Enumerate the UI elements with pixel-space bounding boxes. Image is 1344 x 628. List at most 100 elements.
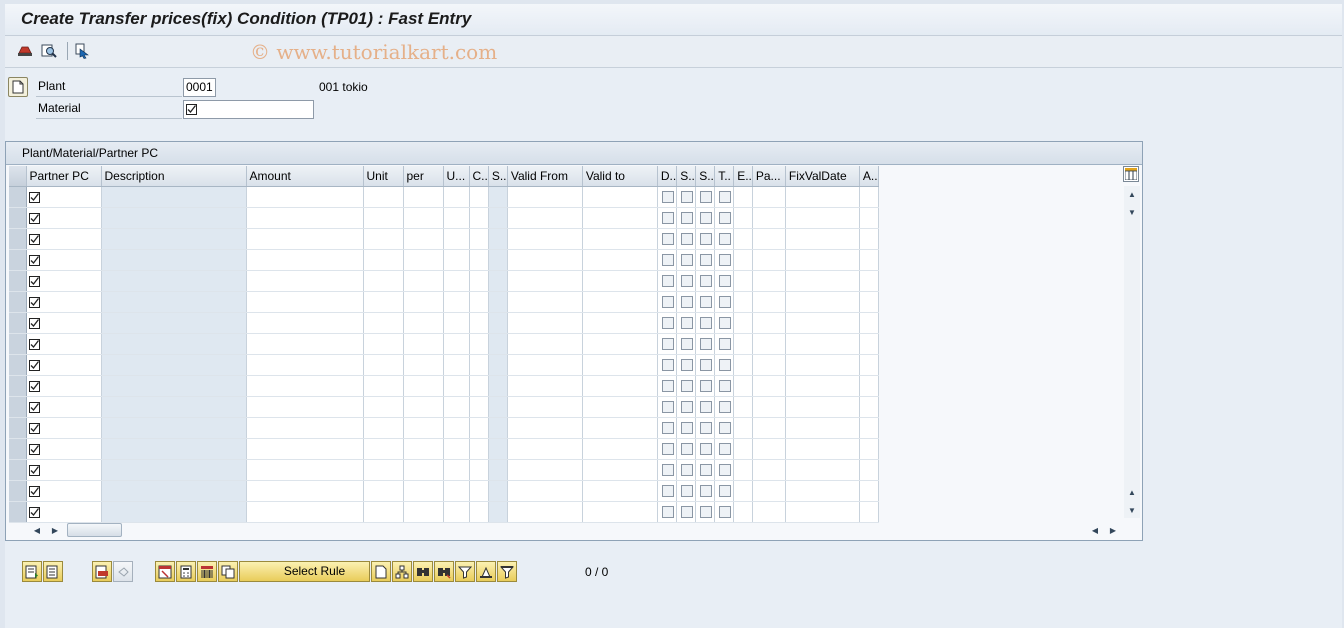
table-cell[interactable] bbox=[676, 417, 697, 439]
table-cell[interactable] bbox=[443, 291, 470, 313]
table-cell[interactable] bbox=[363, 459, 404, 481]
table-cell[interactable] bbox=[714, 249, 735, 271]
table-cell[interactable] bbox=[246, 375, 364, 397]
table-cell[interactable] bbox=[785, 186, 860, 208]
table-cell[interactable] bbox=[714, 480, 735, 502]
table-cell[interactable] bbox=[657, 375, 678, 397]
table-cell[interactable] bbox=[507, 291, 583, 313]
table-cell[interactable] bbox=[695, 396, 716, 418]
row-selector[interactable] bbox=[9, 417, 27, 439]
table-cell[interactable] bbox=[363, 501, 404, 523]
table-cell[interactable] bbox=[752, 249, 786, 271]
table-cell[interactable] bbox=[785, 375, 860, 397]
row-checkbox[interactable] bbox=[719, 296, 732, 309]
table-cell[interactable] bbox=[26, 228, 102, 250]
table-cell[interactable] bbox=[657, 186, 678, 208]
table-cell[interactable] bbox=[507, 333, 583, 355]
table-cell[interactable] bbox=[785, 501, 860, 523]
table-cell[interactable] bbox=[752, 291, 786, 313]
row-checkbox[interactable] bbox=[700, 254, 713, 267]
table-cell[interactable] bbox=[246, 354, 364, 376]
table-cell[interactable] bbox=[733, 459, 753, 481]
table-cell[interactable] bbox=[443, 270, 470, 292]
table-cell[interactable] bbox=[403, 333, 444, 355]
row-checkbox[interactable] bbox=[661, 191, 674, 204]
row-checkbox[interactable] bbox=[700, 359, 713, 372]
table-cell[interactable] bbox=[469, 354, 489, 376]
table-cell[interactable] bbox=[469, 312, 489, 334]
row-checkbox[interactable] bbox=[700, 401, 713, 414]
row-checkbox[interactable] bbox=[700, 443, 713, 456]
row-checkbox[interactable] bbox=[719, 485, 732, 498]
column-header[interactable]: S.. bbox=[676, 166, 697, 187]
table-cell[interactable] bbox=[657, 333, 678, 355]
table-cell[interactable] bbox=[582, 207, 658, 229]
table-cell[interactable] bbox=[785, 396, 860, 418]
table-cell[interactable] bbox=[246, 459, 364, 481]
table-cell[interactable] bbox=[752, 459, 786, 481]
scroll-right-icon[interactable]: ▶ bbox=[47, 522, 63, 538]
table-cell[interactable] bbox=[657, 459, 678, 481]
table-cell[interactable] bbox=[785, 333, 860, 355]
table-cell[interactable] bbox=[859, 417, 879, 439]
table-cell[interactable] bbox=[582, 228, 658, 250]
table-cell[interactable] bbox=[26, 333, 102, 355]
table-cell[interactable] bbox=[785, 249, 860, 271]
table-cell[interactable] bbox=[469, 480, 489, 502]
table-cell[interactable] bbox=[403, 207, 444, 229]
table-cell[interactable] bbox=[695, 375, 716, 397]
table-cell[interactable] bbox=[676, 312, 697, 334]
table-cell[interactable] bbox=[785, 417, 860, 439]
row-checkbox[interactable] bbox=[681, 422, 694, 435]
table-cell[interactable] bbox=[676, 228, 697, 250]
scroll-up-icon[interactable]: ▲ bbox=[1124, 186, 1140, 202]
row-selector[interactable] bbox=[9, 480, 27, 502]
find-icon[interactable] bbox=[413, 561, 433, 582]
table-cell[interactable] bbox=[733, 291, 753, 313]
table-cell[interactable] bbox=[785, 270, 860, 292]
row-selector[interactable] bbox=[9, 228, 27, 250]
row-checkbox[interactable] bbox=[719, 380, 732, 393]
table-cell[interactable] bbox=[785, 438, 860, 460]
column-header[interactable]: Valid From bbox=[507, 166, 583, 187]
row-checkbox[interactable] bbox=[661, 485, 674, 498]
scroll-left-icon[interactable]: ◀ bbox=[1087, 522, 1103, 538]
table-cell[interactable] bbox=[859, 186, 879, 208]
table-cell[interactable] bbox=[246, 438, 364, 460]
new-document-icon[interactable] bbox=[8, 77, 28, 97]
table-cell[interactable] bbox=[657, 396, 678, 418]
table-cell[interactable] bbox=[507, 249, 583, 271]
table-cell[interactable] bbox=[363, 333, 404, 355]
table-cell[interactable] bbox=[714, 291, 735, 313]
table-cell[interactable] bbox=[403, 417, 444, 439]
table-cell[interactable] bbox=[582, 333, 658, 355]
row-checkbox[interactable] bbox=[719, 422, 732, 435]
table-cell[interactable] bbox=[676, 249, 697, 271]
table-cell[interactable] bbox=[733, 207, 753, 229]
table-cell[interactable] bbox=[657, 270, 678, 292]
table-cell[interactable] bbox=[26, 417, 102, 439]
table-cell[interactable] bbox=[363, 186, 404, 208]
row-checkbox[interactable] bbox=[700, 506, 713, 519]
table-cell[interactable] bbox=[582, 480, 658, 502]
table-cell[interactable] bbox=[469, 459, 489, 481]
table-cell[interactable] bbox=[403, 480, 444, 502]
table-cell[interactable] bbox=[403, 249, 444, 271]
table-cell[interactable] bbox=[507, 186, 583, 208]
table-cell[interactable] bbox=[676, 375, 697, 397]
table-cell[interactable] bbox=[714, 312, 735, 334]
table-cell[interactable] bbox=[676, 207, 697, 229]
row-checkbox[interactable] bbox=[719, 233, 732, 246]
table-cell[interactable] bbox=[733, 354, 753, 376]
table-cell[interactable] bbox=[695, 312, 716, 334]
table-cell[interactable] bbox=[469, 207, 489, 229]
table-cell[interactable] bbox=[657, 228, 678, 250]
column-header[interactable]: Unit bbox=[363, 166, 404, 187]
column-header[interactable]: S.. bbox=[695, 166, 716, 187]
table-cell[interactable] bbox=[695, 417, 716, 439]
table-cell[interactable] bbox=[507, 207, 583, 229]
table-cell[interactable] bbox=[657, 312, 678, 334]
table-cell[interactable] bbox=[443, 354, 470, 376]
table-cell[interactable] bbox=[733, 270, 753, 292]
table-cell[interactable] bbox=[714, 459, 735, 481]
